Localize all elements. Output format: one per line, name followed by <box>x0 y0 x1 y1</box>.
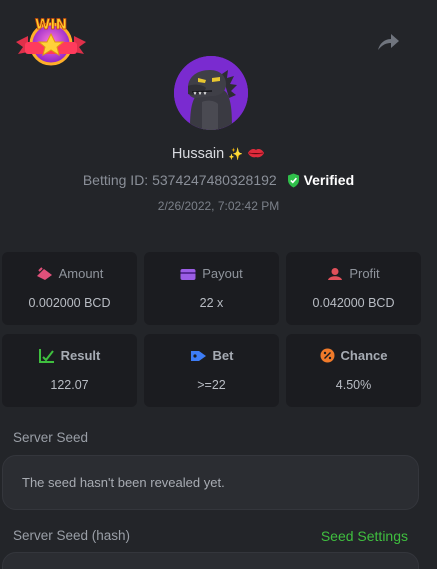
server-seed-hash-field[interactable] <box>2 552 419 569</box>
betting-id-label: Betting ID: <box>82 172 149 188</box>
result-value: 122.07 <box>50 378 89 392</box>
win-badge-text: WIN <box>35 17 67 33</box>
payout-label: Payout <box>202 266 243 281</box>
player-name[interactable]: Hussain <box>172 146 224 162</box>
shield-check-icon <box>287 173 299 188</box>
chance-value: 4.50% <box>335 378 372 392</box>
verified-label: Verified <box>303 172 355 188</box>
player-name-line: Hussain ✨ <box>0 146 437 162</box>
server-seed-value: The seed hasn't been revealed yet. <box>22 475 225 490</box>
amount-card: Amount 0.002000 BCD <box>2 252 137 325</box>
share-button[interactable] <box>375 30 401 54</box>
profit-icon <box>328 268 343 280</box>
bet-value: >=22 <box>197 378 226 392</box>
bet-label: Bet <box>212 348 234 363</box>
avatar[interactable] <box>174 56 248 130</box>
seed-settings-link[interactable]: Seed Settings <box>321 528 408 544</box>
profit-label: Profit <box>349 266 380 281</box>
money-icon <box>36 267 52 280</box>
tag-icon <box>190 351 206 361</box>
betting-id-line: Betting ID: 5374247480328192 Verified <box>0 172 437 188</box>
lips-emoji-icon <box>248 149 265 158</box>
sparkle-emoji: ✨ <box>228 147 244 161</box>
profit-value: 0.042000 BCD <box>312 296 395 310</box>
profit-card: Profit 0.042000 BCD <box>286 252 421 325</box>
chance-label: Chance <box>340 348 388 363</box>
server-seed-label: Server Seed <box>13 430 89 445</box>
win-badge-logo: WIN <box>14 12 88 70</box>
bet-card: Bet >=22 <box>144 334 279 407</box>
server-seed-hash-label: Server Seed (hash) <box>13 528 131 543</box>
amount-value: 0.002000 BCD <box>28 296 111 310</box>
bet-datetime: 2/26/2022, 7:02:42 PM <box>157 199 280 213</box>
percent-icon <box>320 348 335 363</box>
betting-id-value: 5374247480328192 <box>152 172 277 188</box>
server-seed-field[interactable]: The seed hasn't been revealed yet. <box>2 455 419 510</box>
amount-label: Amount <box>58 266 104 281</box>
result-label: Result <box>60 348 101 363</box>
wallet-icon <box>180 269 196 280</box>
chart-check-icon <box>38 349 54 363</box>
payout-value: 22 x <box>199 296 224 310</box>
chance-card: Chance 4.50% <box>286 334 421 407</box>
share-arrow-icon <box>378 34 399 50</box>
result-card: Result 122.07 <box>2 334 137 407</box>
payout-card: Payout 22 x <box>144 252 279 325</box>
